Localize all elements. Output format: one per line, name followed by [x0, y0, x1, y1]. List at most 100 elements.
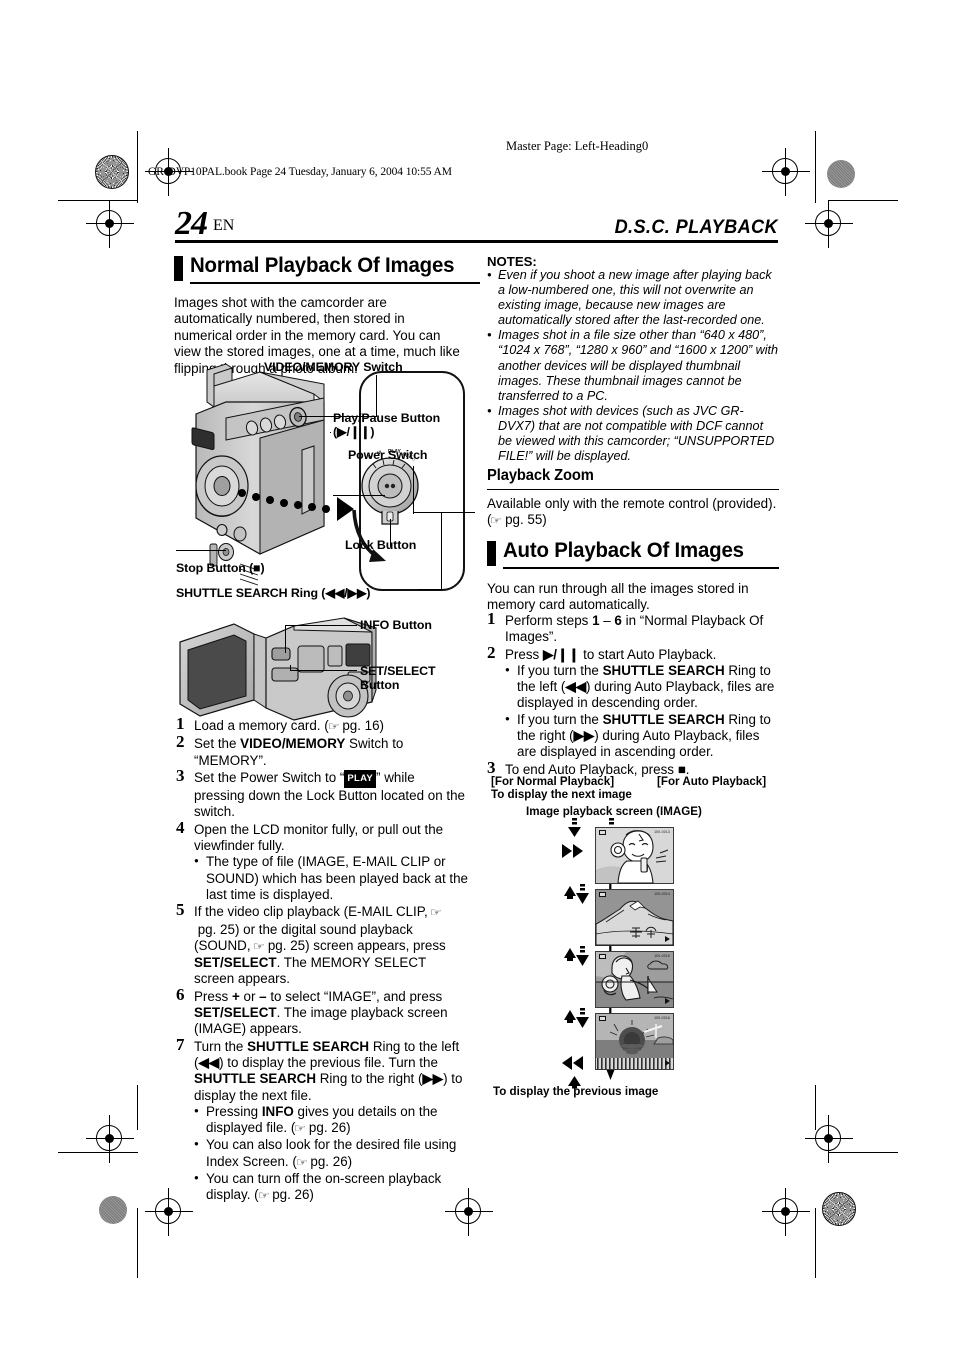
grey-density-dot-bottom-left — [99, 1196, 127, 1224]
auto-playback-steps: 1 Perform steps 1 – 6 in “Normal Playbac… — [487, 609, 779, 779]
memory-card-icon — [599, 1016, 606, 1021]
registration-hatch-dot-bottom-right — [822, 1192, 856, 1226]
crop-line-vertical-bottom-right — [815, 1208, 817, 1278]
step-number: 3 — [176, 765, 185, 785]
registration-mark-lower-left — [86, 1115, 134, 1163]
label-video-memory-switch: VIDEO/MEMORY Switch — [264, 360, 403, 374]
pointing-hand-icon: ☞ — [490, 515, 503, 528]
page-number: 24 — [175, 205, 208, 242]
label-play-pause-button: Play/Pause Button — [333, 411, 441, 425]
crop-line-vertical-lower-left — [137, 1085, 139, 1130]
section-heading-text: Normal Playback Of Images — [190, 253, 455, 277]
label-display-previous-image: To display the previous image — [493, 1085, 659, 1098]
leader-shuttle-vertical — [441, 512, 443, 590]
auto-step-2: 2 Press ▶/❙❙ to start Auto Playback. If … — [487, 642, 779, 761]
page-language: EN — [213, 217, 235, 234]
label-for-auto-playback: [For Auto Playback] — [657, 775, 767, 788]
leader-power-switch-vertical — [413, 466, 415, 514]
section-heading-bar — [487, 541, 496, 566]
bullet-item: You can also look for the desired file u… — [194, 1136, 468, 1171]
leader-set-select-vertical — [290, 665, 292, 671]
crop-line-upper-right — [828, 200, 898, 202]
grey-density-dot-top-right — [827, 160, 855, 188]
step-number: 1 — [487, 609, 496, 628]
note-item: Images shot in a file size other than “6… — [487, 327, 779, 403]
thumbnail-file-number: 100-0015 — [654, 954, 670, 958]
pointing-hand-icon: ☞ — [257, 1190, 270, 1203]
label-shuttle-search-ring: SHUTTLE SEARCH Ring (◀◀/▶▶) — [176, 586, 371, 600]
registration-hatch-dot-top-left — [95, 155, 129, 189]
normal-playback-arrow-column — [556, 818, 600, 1089]
label-play-pause-symbol: (▶/❙❙) — [333, 425, 375, 439]
master-page-label: Master Page: Left-Heading0 — [506, 139, 649, 153]
pointing-hand-icon: ☞ — [327, 721, 340, 733]
notes-heading: NOTES: — [487, 254, 537, 269]
section-heading-underline — [503, 567, 779, 569]
pointing-hand-icon: ☞ — [430, 907, 443, 920]
registration-mark-upper-left — [86, 200, 134, 248]
auto-playback-intro: You can run through all the images store… — [487, 581, 749, 613]
memory-card-icon — [599, 954, 606, 959]
leader-power-switch-horizontal — [413, 512, 475, 514]
crop-line-vertical-right — [815, 131, 817, 203]
step-number: 1 — [176, 714, 185, 733]
memory-card-icon — [599, 830, 606, 835]
leader-shuttle-horizontal — [418, 589, 442, 591]
step-number: 3 — [487, 757, 496, 777]
leader-playpause-horizontal — [333, 495, 385, 497]
play-indicator-icon — [665, 998, 670, 1004]
label-power-switch: Power Switch — [348, 448, 428, 462]
crop-line-upper-left — [58, 200, 138, 202]
step-7-bullets: Pressing INFO gives you details on the d… — [194, 1103, 468, 1205]
leader-info-button-vertical — [285, 625, 287, 653]
label-info-button: INFO Button — [360, 618, 432, 632]
step-4-bullets: The type of file (IMAGE, E-MAIL CLIP or … — [194, 853, 468, 903]
memory-card-icon — [599, 892, 606, 897]
step-number: 2 — [487, 642, 496, 662]
step-text: Set the Power Switch to “PLAY” while pre… — [194, 769, 465, 820]
registration-mark-lower-right — [805, 1115, 853, 1163]
label-set-select-button-line2: Button — [360, 678, 400, 692]
step-text: Turn the SHUTTLE SEARCH Ring to the left… — [194, 1038, 463, 1103]
note-item: Even if you shoot a new image after play… — [487, 267, 779, 328]
step-number: 6 — [176, 984, 185, 1004]
crop-line-vertical-left — [137, 131, 139, 203]
bullet-item: Pressing INFO gives you details on the d… — [194, 1103, 468, 1138]
pointing-hand-icon: ☞ — [295, 1156, 308, 1169]
step-text: Load a memory card. (☞ pg. 16) — [194, 718, 384, 733]
play-indicator-icon — [665, 936, 670, 942]
play-indicator-icon — [665, 1060, 670, 1066]
step-number: 7 — [176, 1034, 185, 1054]
thumbnail-file-number: 100-0014 — [654, 892, 670, 896]
notes-list: Even if you shoot a new image after play… — [487, 267, 779, 464]
step-text: Perform steps 1 – 6 in “Normal Playback … — [505, 613, 764, 645]
pointing-hand-icon: ☞ — [253, 940, 266, 953]
leader-play-pause — [330, 432, 332, 434]
step-4: 4 Open the LCD monitor fully, or pull ou… — [176, 817, 468, 903]
step-number: 4 — [176, 817, 185, 837]
step-5: 5 If the video clip playback (E-MAIL CLI… — [176, 900, 468, 987]
play-mode-badge: PLAY — [344, 769, 377, 789]
crop-line-lower-right — [828, 1152, 898, 1154]
bullet-item: You can turn off the on-screen playback … — [194, 1170, 468, 1205]
step-number: 5 — [176, 900, 185, 920]
leader-set-select-horizontal — [290, 670, 357, 672]
step-text: Set the VIDEO/MEMORY Switch to “MEMORY”. — [194, 736, 404, 768]
label-display-next-image: To display the next image — [491, 788, 632, 801]
thumbnail-file-number: 100-0016 — [654, 1016, 670, 1020]
thumbnail-screen-1: 100-0013 — [595, 827, 674, 884]
leader-info-button-horizontal — [285, 625, 357, 627]
registration-mark-top-right — [762, 148, 810, 196]
leader-stop-button — [176, 550, 226, 552]
note-item: Images shot with devices (such as JVC GR… — [487, 403, 779, 464]
auto-step-2-bullets: If you turn the SHUTTLE SEARCH Ring to t… — [505, 662, 779, 761]
crop-line-vertical-lower-right — [815, 1085, 817, 1130]
playback-zoom-text: Available only with the remote control (… — [487, 496, 779, 530]
bullet-item: The type of file (IMAGE, E-MAIL CLIP or … — [194, 853, 468, 903]
label-image-playback-screen: Image playback screen (IMAGE) — [526, 805, 702, 818]
registration-mark-upper-right — [805, 200, 853, 248]
thumbnail-screen-3: 100-0015 — [595, 951, 674, 1008]
step-text: Open the LCD monitor fully, or pull out … — [194, 821, 444, 854]
label-for-normal-playback: [For Normal Playback] — [491, 775, 615, 788]
thumbnail-screen-4: 100-0016 — [595, 1013, 674, 1070]
